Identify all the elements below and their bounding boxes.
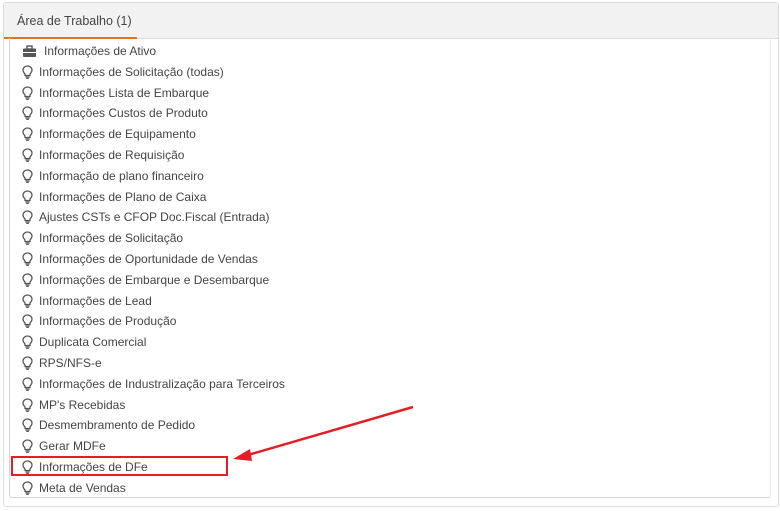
annotation-highlight-box xyxy=(11,456,228,476)
lightbulb-icon xyxy=(20,272,34,288)
list-item[interactable]: Informações de Industralização para Terc… xyxy=(10,374,285,394)
lightbulb-icon xyxy=(20,417,34,433)
list-item-label: RPS/NFS-e xyxy=(39,356,102,370)
lightbulb-icon xyxy=(20,168,34,184)
lightbulb-icon xyxy=(20,313,34,329)
lightbulb-icon xyxy=(20,126,34,142)
list-item-label: Informações Lista de Embarque xyxy=(39,85,210,100)
lightbulb-icon xyxy=(20,105,34,121)
list-item-label: Informações de Plano de Caixa xyxy=(39,189,207,204)
list-item[interactable]: Informações de Lead xyxy=(10,291,152,311)
list-item-label: Informações de Lead xyxy=(39,293,152,308)
list-item[interactable]: Desmembramento de Pedido xyxy=(10,415,195,435)
list-item-label: Desmembramento de Pedido xyxy=(39,418,196,433)
lightbulb-icon xyxy=(20,209,34,225)
list-item-label: Informações Custos de Produto xyxy=(39,106,208,121)
item-list: Informações de Ativo Informações de Solic… xyxy=(9,38,771,498)
list-item-label: Informações de Industralização para Terc… xyxy=(39,376,285,391)
list-item[interactable]: Ajustes CSTs e CFOP Doc.Fiscal (Entrada) xyxy=(10,207,270,227)
list-item-label: Meta de Vendas xyxy=(39,480,126,495)
list-item[interactable]: RPS/NFS-e xyxy=(10,353,102,373)
lightbulb-icon xyxy=(20,376,34,392)
list-item[interactable]: Informações de Oportunidade de Vendas xyxy=(10,249,258,269)
list-item-label: Duplicata Comercial xyxy=(39,335,147,350)
lightbulb-icon xyxy=(20,64,34,80)
list-item[interactable]: Informações Custos de Produto xyxy=(10,103,208,123)
list-item-label: Informações de Embarque e Desembarque xyxy=(39,272,270,287)
list-item-label: Informações de Oportunidade de Vendas xyxy=(39,252,258,266)
list-item[interactable]: Informações de Plano de Caixa xyxy=(10,187,206,207)
list-item-label: Gerar MDFe xyxy=(39,439,106,454)
list-item-label: Informações de Solicitação (todas) xyxy=(39,64,224,79)
list-item[interactable]: Informações de Equipamento xyxy=(10,124,196,144)
list-item-label: Informações de Produção xyxy=(39,314,177,329)
list-item-label: MP's Recebidas xyxy=(39,397,126,412)
list-item[interactable]: Duplicata Comercial xyxy=(10,332,146,352)
lightbulb-icon xyxy=(20,355,34,371)
lightbulb-icon xyxy=(20,480,34,496)
lightbulb-icon xyxy=(20,189,34,205)
list-item-label: Ajustes CSTs e CFOP Doc.Fiscal (Entrada) xyxy=(39,210,270,225)
list-item-label: Informação de plano financeiro xyxy=(39,168,204,183)
list-item-label: Informações de Ativo xyxy=(44,44,157,58)
list-item[interactable]: Informações de Produção xyxy=(10,311,176,331)
tab-bar: Área de Trabalho (1) xyxy=(4,3,778,39)
list-item[interactable]: Informações Lista de Embarque xyxy=(10,83,209,103)
list-item[interactable]: Informações de Ativo xyxy=(10,41,156,61)
list-item[interactable]: Informação de plano financeiro xyxy=(10,166,204,186)
lightbulb-icon xyxy=(20,397,34,413)
list-item[interactable]: Gerar MDFe xyxy=(10,436,106,456)
list-item[interactable]: MP's Recebidas xyxy=(10,395,125,415)
list-item-label: Informações de Equipamento xyxy=(39,127,196,142)
list-item-label: Informações de Requisição xyxy=(39,148,185,162)
list-item-label: Informações de Solicitação xyxy=(39,231,184,246)
list-item[interactable]: Informações de Requisição xyxy=(10,145,184,165)
lightbulb-icon xyxy=(20,230,34,246)
lightbulb-icon xyxy=(20,438,34,454)
lightbulb-icon xyxy=(20,293,34,309)
list-item[interactable]: Meta de Vendas xyxy=(10,478,126,498)
lightbulb-icon xyxy=(20,147,34,163)
list-item[interactable]: Informações de Solicitação xyxy=(10,228,183,248)
lightbulb-icon xyxy=(20,251,34,267)
lightbulb-icon xyxy=(20,85,34,101)
list-item[interactable]: Informações de Solicitação (todas) xyxy=(10,62,224,82)
briefcase-icon xyxy=(21,43,37,59)
list-item[interactable]: Informações de Embarque e Desembarque xyxy=(10,270,269,290)
lightbulb-icon xyxy=(20,334,34,350)
tab-area-de-trabalho[interactable]: Área de Trabalho (1) xyxy=(4,3,137,39)
